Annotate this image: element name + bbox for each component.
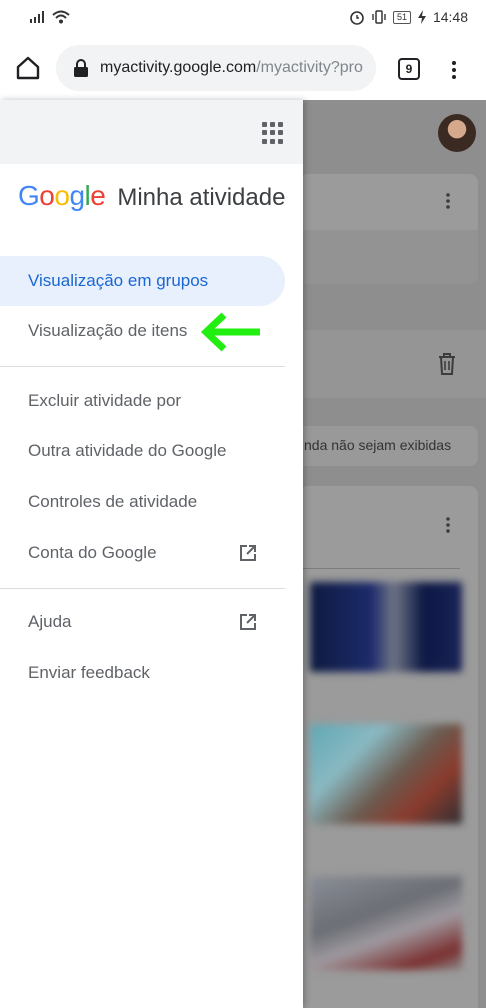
browser-menu-icon[interactable] — [440, 56, 468, 84]
background-notice: nda não sejam exibidas — [286, 426, 478, 466]
nav-item-other-activity[interactable]: Outra atividade do Google — [0, 426, 285, 476]
google-logo[interactable]: Google — [18, 180, 106, 212]
nav-item-label: Visualização em grupos — [28, 271, 209, 290]
lock-icon — [74, 59, 88, 77]
nav-item-label: Conta do Google — [28, 543, 157, 562]
nav-item-help[interactable]: Ajuda — [0, 597, 285, 647]
nav-item-label: Excluir atividade por — [28, 391, 182, 410]
nav-item-label: Enviar feedback — [28, 663, 150, 682]
browser-toolbar: myactivity.google.com/myactivity?pro 9 — [0, 36, 486, 100]
nav-item-label: Outra atividade do Google — [28, 441, 227, 460]
brand-header: Google Minha atividade — [18, 180, 285, 212]
avatar[interactable] — [438, 114, 476, 152]
open-in-new-icon — [240, 545, 256, 561]
navigation-drawer: Google Minha atividade Visualização em g… — [0, 100, 303, 1008]
background-delete-card — [300, 330, 486, 398]
trash-icon[interactable] — [436, 352, 458, 376]
nav-item-activity-controls[interactable]: Controles de atividade — [0, 477, 285, 527]
nav-item-label: Visualização de itens — [28, 321, 188, 340]
thumbnail-image[interactable] — [310, 582, 462, 672]
divider — [0, 588, 285, 589]
tab-switcher-button[interactable]: 9 — [398, 58, 420, 80]
status-bar: 51 14:48 — [0, 0, 486, 36]
more-vert-icon[interactable] — [446, 516, 450, 534]
green-arrow-annotation — [200, 312, 260, 352]
status-icons-right: 51 14:48 — [349, 9, 468, 25]
alarm-icon — [350, 11, 364, 25]
divider — [0, 366, 285, 367]
nav-item-delete-activity[interactable]: Excluir atividade por — [0, 376, 285, 426]
signal-icon — [30, 11, 44, 23]
nav-item-label: Controles de atividade — [28, 492, 198, 511]
vibrate-icon — [372, 10, 386, 24]
more-vert-icon[interactable] — [446, 192, 450, 210]
google-apps-icon[interactable] — [262, 122, 284, 144]
clock: 14:48 — [432, 9, 468, 25]
nav-item-label: Ajuda — [28, 612, 72, 631]
nav-item-google-account[interactable]: Conta do Google — [0, 528, 285, 578]
status-icons-left — [30, 10, 70, 24]
open-in-new-icon — [240, 614, 256, 630]
background-card — [300, 174, 478, 284]
thumbnail-image[interactable] — [310, 876, 462, 970]
notice-text: nda não sejam exibidas — [304, 437, 452, 453]
charging-icon — [417, 10, 426, 24]
drawer-header — [0, 100, 303, 164]
page-title: Minha atividade — [117, 184, 286, 211]
wifi-icon — [52, 10, 70, 24]
battery-level: 51 — [392, 10, 411, 24]
nav-item-bundled-view[interactable]: Visualização em grupos — [0, 256, 285, 306]
url-path: /myactivity?pro — [256, 59, 363, 76]
nav-item-send-feedback[interactable]: Enviar feedback — [0, 648, 285, 698]
thumbnail-image[interactable] — [310, 724, 462, 824]
address-bar[interactable]: myactivity.google.com/myactivity?pro — [56, 45, 376, 91]
url-host: myactivity.google.com — [100, 59, 257, 76]
home-icon[interactable] — [14, 54, 42, 82]
